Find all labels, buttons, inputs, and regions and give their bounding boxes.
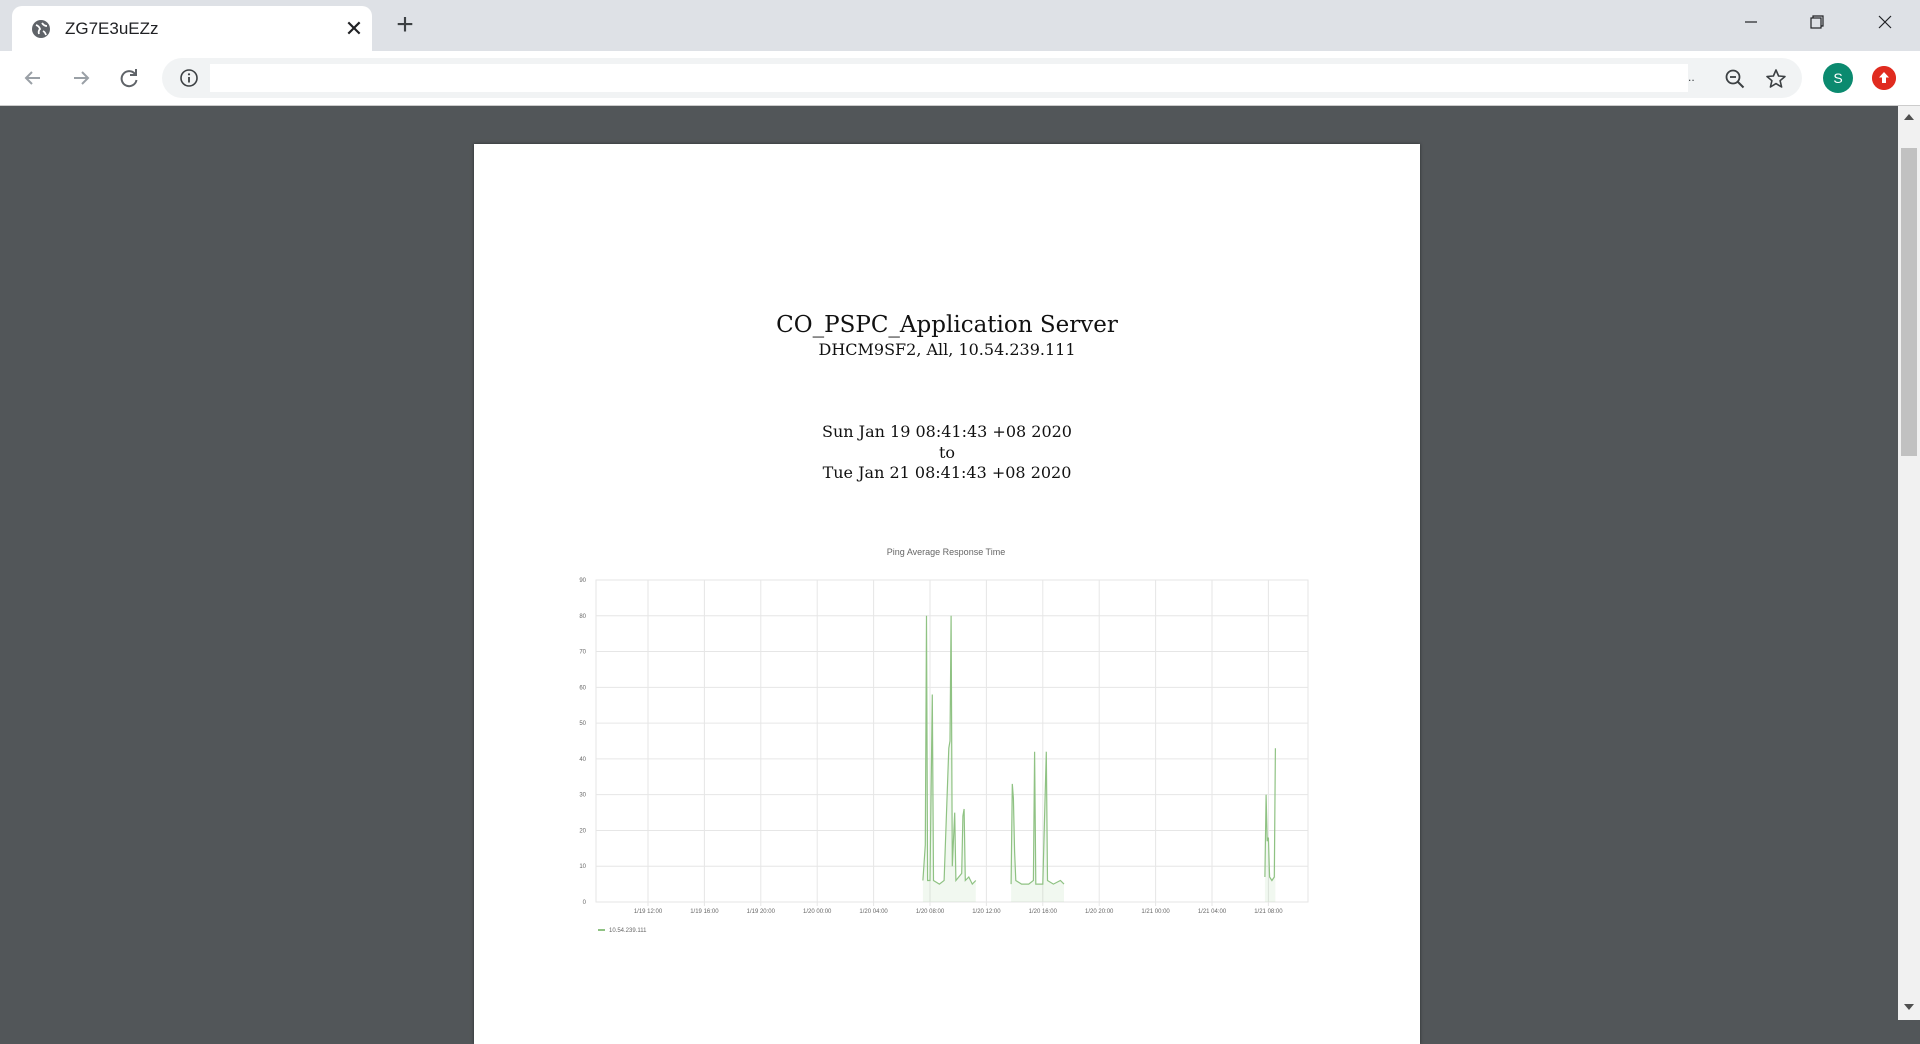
x-tick-label: 1/20 12:00 xyxy=(972,909,1001,915)
bookmark-star-icon[interactable] xyxy=(1764,67,1788,91)
legend-label: 10.54.239.111 xyxy=(609,928,647,934)
profile-avatar[interactable]: S xyxy=(1823,63,1853,93)
ping-response-chart: Ping Average Response Time 0 10 20 30 40 50 60… xyxy=(579,547,1309,934)
y-tick-label: 20 xyxy=(579,828,586,834)
series-line xyxy=(1010,751,1065,885)
forward-arrow-icon[interactable] xyxy=(66,63,96,93)
restore-icon[interactable] xyxy=(1794,6,1840,38)
x-tick-label: 1/20 08:00 xyxy=(916,909,945,915)
y-tick-label: 10 xyxy=(579,864,586,870)
x-tick-label: 1/20 00:00 xyxy=(803,909,832,915)
x-tick-label: 1/21 04:00 xyxy=(1198,909,1227,915)
vertical-scrollbar[interactable] xyxy=(1898,106,1920,1020)
y-tick-label: 60 xyxy=(579,685,586,691)
scroll-up-arrow-icon[interactable] xyxy=(1904,114,1914,120)
y-tick-label: 30 xyxy=(579,793,586,799)
close-window-icon[interactable] xyxy=(1862,6,1908,38)
browser-tab[interactable]: ZG7E3uEZz ✕ xyxy=(12,6,372,51)
y-tick-label: 70 xyxy=(579,650,586,656)
zoom-out-icon[interactable] xyxy=(1723,67,1747,91)
minimize-icon[interactable] xyxy=(1728,6,1774,38)
scrollbar-thumb[interactable] xyxy=(1901,148,1917,456)
series-area xyxy=(1011,751,1064,902)
back-arrow-icon[interactable] xyxy=(18,63,48,93)
x-tick-label: 1/21 00:00 xyxy=(1141,909,1170,915)
new-tab-button[interactable]: + xyxy=(390,10,420,41)
y-tick-label: 90 xyxy=(579,578,586,584)
x-tick-label: 1/19 20:00 xyxy=(747,909,776,915)
x-tick-label: 1/20 16:00 xyxy=(1029,909,1058,915)
x-tick-label: 1/21 08:00 xyxy=(1254,909,1283,915)
pdf-page: CO_PSPC_Application Server DHCM9SF2, All… xyxy=(474,144,1420,1044)
pdf-viewer: CO_PSPC_Application Server DHCM9SF2, All… xyxy=(0,106,1898,1044)
url-ellipsis: .. xyxy=(1688,70,1695,84)
x-tick-label: 1/20 04:00 xyxy=(859,909,888,915)
x-tick-label: 1/19 16:00 xyxy=(690,909,719,915)
scroll-down-arrow-icon[interactable] xyxy=(1904,1004,1914,1010)
address-bar[interactable]: .. xyxy=(162,58,1802,98)
x-tick-label: 1/19 12:00 xyxy=(634,909,663,915)
tab-close-icon[interactable]: ✕ xyxy=(342,17,366,41)
y-tick-label: 50 xyxy=(579,721,586,727)
update-arrow-icon[interactable] xyxy=(1872,66,1896,90)
y-tick-label: 80 xyxy=(579,614,586,620)
browser-toolbar: .. S xyxy=(0,51,1920,106)
chart-title: Ping Average Response Time xyxy=(887,547,1005,557)
tab-title: ZG7E3uEZz xyxy=(65,19,159,38)
globe-icon xyxy=(32,20,50,38)
tab-strip: ZG7E3uEZz ✕ + xyxy=(0,0,1920,51)
url-input[interactable] xyxy=(210,64,1688,92)
y-tick-label: 0 xyxy=(583,900,587,906)
reload-icon[interactable] xyxy=(114,63,144,93)
x-tick-label: 1/20 20:00 xyxy=(1085,909,1114,915)
info-icon[interactable] xyxy=(179,68,199,88)
y-tick-label: 40 xyxy=(579,757,586,763)
